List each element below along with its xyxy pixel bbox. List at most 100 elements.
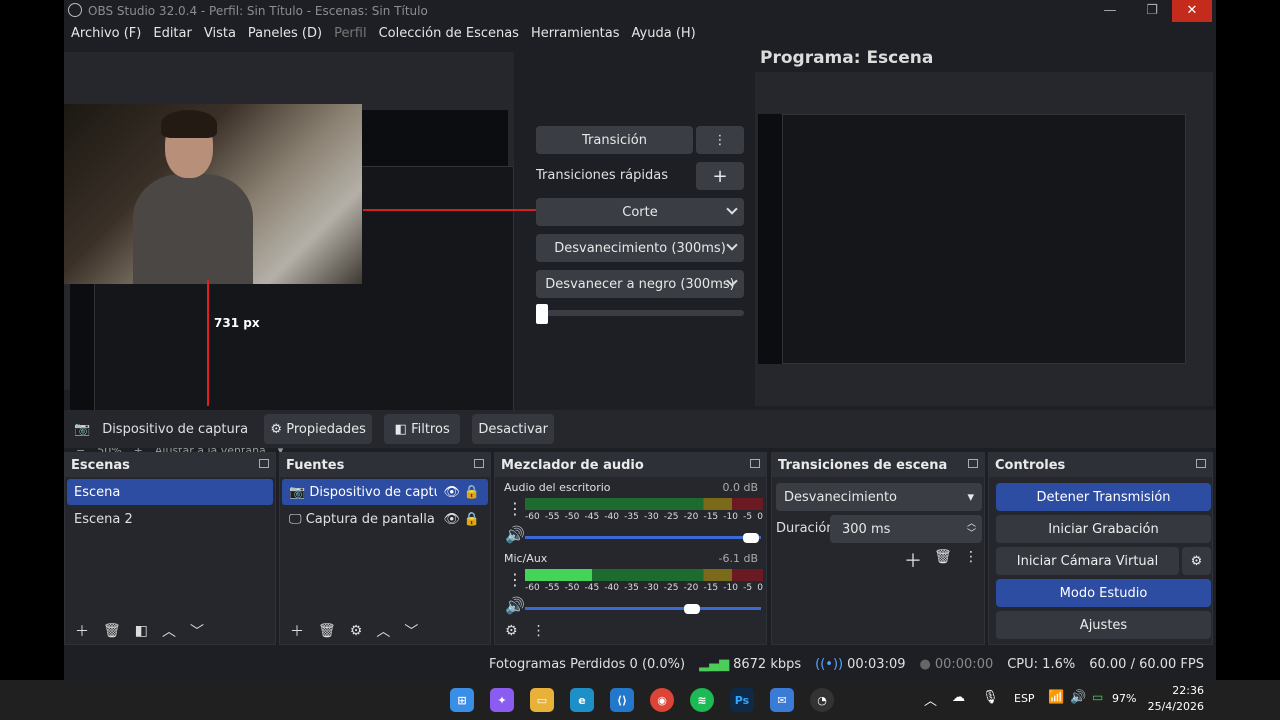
spotify-icon[interactable]: ≋ [690,688,714,712]
preview-canvas[interactable]: 731 px − 50% + Ajustar a la ventana ▾ [64,52,573,457]
obs-logo-icon [68,3,82,17]
scale-tick: -50 [564,512,580,522]
chevron-up-icon[interactable]: ︿ [924,690,937,709]
mail-icon[interactable]: ✉ [770,688,794,712]
stop-stream-button[interactable]: Detener Transmisión [996,483,1211,511]
copilot-icon[interactable]: ✦ [490,688,514,712]
more-icon[interactable]: ⋮ [964,549,978,565]
duration-input[interactable]: 300 ms ︿ ﹀ [830,515,982,543]
transition-button[interactable]: Transición [536,126,693,154]
quick-transition-fade[interactable]: Desvanecimiento (300ms) [536,234,744,262]
volume-slider[interactable] [525,536,761,539]
menu-editar[interactable]: Editar [153,26,192,41]
cloud-icon[interactable]: ☁ [952,690,965,705]
menu-coleccion[interactable]: Colección de Escenas [379,26,519,41]
scale-tick: -45 [584,583,600,593]
popout-icon[interactable] [1196,459,1206,468]
settings-button[interactable]: Ajustes [996,611,1211,639]
move-down-icon[interactable]: ﹀ [404,621,418,641]
channel-menu-icon[interactable]: ⋮ [507,570,523,589]
lock-icon[interactable]: 🔒 [464,512,480,527]
vscode-icon[interactable]: ⟨⟩ [610,688,634,712]
battery-icon[interactable]: ▭ [1092,690,1103,704]
transition-more-icon[interactable]: ⋮ [696,126,744,154]
properties-button[interactable]: ⚙ Propiedades [264,414,373,444]
maximize-button[interactable]: ❐ [1132,0,1172,22]
status-bar: Fotogramas Perdidos 0 (0.0%) ▂▄▆ 8672 kb… [64,650,1216,678]
menu-herramientas[interactable]: Herramientas [531,26,620,41]
popout-icon[interactable] [750,459,760,468]
scene-item[interactable]: Escena [67,479,273,505]
obs-taskbar-icon[interactable]: ◔ [810,688,834,712]
mixer-settings-icon[interactable]: ⚙ [505,623,518,639]
quick-transitions-label: Transiciones rápidas [536,168,668,183]
edge-icon[interactable]: e [570,688,594,712]
menu-vista[interactable]: Vista [204,26,236,41]
popout-icon[interactable] [259,459,269,468]
gear-icon: ⚙ [270,421,283,437]
virtual-camera-settings-icon[interactable]: ⚙ [1182,547,1211,575]
volume-slider[interactable] [525,607,761,610]
clock-time[interactable]: 22:36 [1170,684,1204,697]
minimize-button[interactable]: — [1090,0,1130,22]
volume-icon[interactable]: 🔊 [1070,690,1086,705]
speaker-icon[interactable]: 🔊 [505,525,525,544]
microphone-icon[interactable]: 🎙 [982,690,999,705]
file-explorer-icon[interactable]: ▭ [530,688,554,712]
windows-start-icon[interactable]: ⊞ [450,688,474,712]
wifi-icon[interactable]: 📶 [1048,690,1064,705]
filter-icon[interactable]: ◧ [135,623,148,639]
add-icon[interactable]: ＋ [290,621,304,641]
add-transition-icon[interactable]: ＋ [904,547,922,573]
tbar-slider[interactable] [536,310,744,316]
volume-knob[interactable] [742,533,759,543]
transition-select[interactable]: Desvanecimiento ▾ [776,483,982,511]
popout-icon[interactable] [474,459,484,468]
filters-button[interactable]: ◧ Filtros [384,414,461,444]
move-down-icon[interactable]: ﹀ [190,621,204,641]
popout-icon[interactable] [968,459,978,468]
close-button[interactable]: ✕ [1172,0,1212,22]
eye-icon[interactable]: 👁 [443,485,460,500]
photoshop-icon[interactable]: Ps [730,688,754,712]
start-recording-button[interactable]: Iniciar Grabación [996,515,1211,543]
gear-icon[interactable]: ⚙ [350,623,363,639]
menu-archivo[interactable]: Archivo (F) [71,26,141,41]
speaker-icon[interactable]: 🔊 [505,596,525,615]
move-up-icon[interactable]: ︿ [376,621,390,641]
scene-item[interactable]: Escena 2 [67,506,273,532]
scale-tick: -5 [743,512,753,522]
move-up-icon[interactable]: ︿ [162,621,176,641]
program-canvas [755,72,1213,406]
tbar-handle[interactable] [536,304,548,324]
add-quick-transition-icon[interactable]: + [696,162,744,190]
scale-tick: -20 [683,583,699,593]
deactivate-button[interactable]: Desactivar [472,414,555,444]
trash-icon[interactable]: 🗑 [318,623,336,639]
clock-date[interactable]: 25/4/2026 [1146,700,1204,713]
language-indicator[interactable]: ESP [1014,692,1035,705]
trash-icon[interactable]: 🗑 [103,623,121,639]
channel-menu-icon[interactable]: ⋮ [507,499,523,518]
menu-paneles[interactable]: Paneles (D) [248,26,322,41]
eye-icon[interactable]: 👁 [443,512,460,527]
studio-mode-button[interactable]: Modo Estudio [996,579,1211,607]
scale-tick: -20 [683,512,699,522]
dropdown-arrow-icon: ▾ [967,489,974,505]
menu-perfil[interactable]: Perfil [334,26,367,41]
menu-ayuda[interactable]: Ayuda (H) [632,26,696,41]
source-toolbar: 📷 Dispositivo de captura de v ⚙ Propieda… [64,410,1216,448]
source-item[interactable]: 📷 Dispositivo de captura d 👁 🔒 [282,479,488,505]
lock-icon[interactable]: 🔒 [464,485,480,500]
chrome-icon[interactable]: ◉ [650,688,674,712]
volume-knob[interactable] [683,604,700,614]
mixer-menu-icon[interactable]: ⋮ [532,623,546,639]
trash-icon[interactable]: 🗑 [934,549,952,565]
scale-tick: 0 [757,583,763,593]
source-item[interactable]: 🖵 Captura de pantalla 👁 🔒 [282,506,488,532]
start-virtual-camera-button[interactable]: Iniciar Cámara Virtual [996,547,1179,575]
quick-transition-corte[interactable]: Corte [536,198,744,226]
quick-transition-fade-black[interactable]: Desvanecer a negro (300ms) [536,270,744,298]
add-icon[interactable]: ＋ [75,621,89,641]
webcam-feed [64,104,362,284]
